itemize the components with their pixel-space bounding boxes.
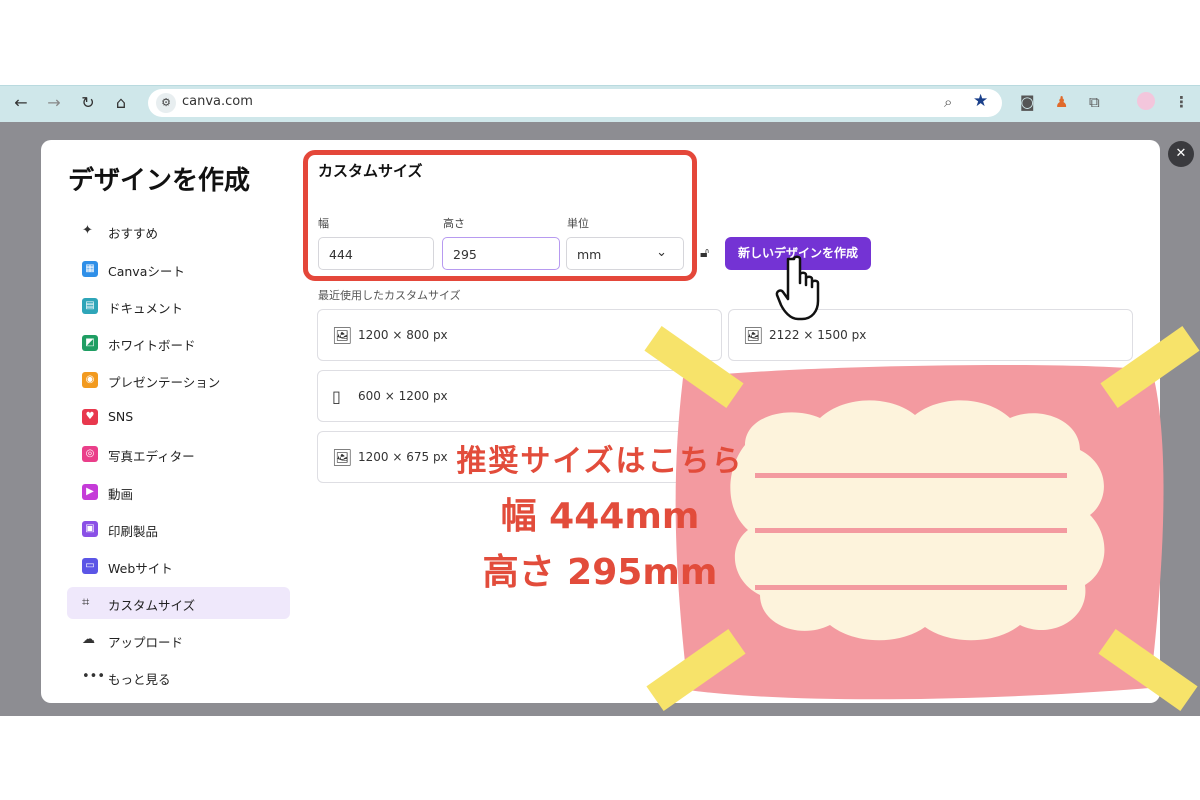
heart-icon: ♥ <box>82 409 98 425</box>
menu-icon[interactable]: ⋮ <box>1174 93 1189 111</box>
sidebar-item-label: カスタムサイズ <box>108 598 196 613</box>
sidebar-item[interactable]: ◉ プレゼンテーション <box>67 364 290 396</box>
recent-size-item[interactable]: 🖼︎ 1200 × 800 px <box>317 309 722 361</box>
note-height: 高さ 295mm <box>482 552 718 593</box>
back-icon[interactable]: ← <box>10 92 32 114</box>
recent-size-item[interactable]: ▯ 600 × 1200 px <box>317 370 722 422</box>
image-icon: 🖼︎ <box>743 326 764 345</box>
zoom-icon[interactable]: ⌕ <box>944 93 952 111</box>
sidebar-item-label: ホワイトボード <box>108 338 196 353</box>
puzzle-icon[interactable]: ⧉ <box>1089 93 1100 111</box>
recent-size-label: 600 × 1200 px <box>358 389 448 403</box>
note-heading: 推奨サイズはこちら <box>456 444 744 479</box>
crop-icon: ⌗ <box>82 595 90 610</box>
doc-icon: ▤ <box>82 298 98 314</box>
site-settings-icon[interactable]: ⚙ <box>156 93 176 113</box>
sidebar-item[interactable]: ◩ ホワイトボード <box>67 327 290 359</box>
sidebar-item-label: アップロード <box>108 635 184 650</box>
upload-cloud-icon: ☁ <box>82 632 95 647</box>
note-width: 幅 444mm <box>500 496 700 537</box>
sidebar-item-label: SNS <box>108 409 134 424</box>
sidebar-item[interactable]: ✦ おすすめ <box>67 215 290 247</box>
forward-icon[interactable]: → <box>43 92 65 114</box>
more-dots-icon: ••• <box>82 669 106 684</box>
extension-icon[interactable]: ♟ <box>1055 93 1068 111</box>
sidebar-item-label: プレゼンテーション <box>108 375 221 390</box>
portrait-image-icon: ▯ <box>332 387 341 406</box>
profile-icon[interactable] <box>1137 92 1155 110</box>
close-icon[interactable]: ✕ <box>1168 141 1194 167</box>
address-url[interactable]: canva.com <box>182 94 253 109</box>
highlight-box <box>303 150 697 281</box>
presentation-icon: ◉ <box>82 372 98 388</box>
star-icon[interactable]: ★ <box>973 91 988 111</box>
sidebar-item[interactable]: ▤ ドキュメント <box>67 290 290 322</box>
sidebar-item-label: Canvaシート <box>108 264 185 279</box>
sidebar-item[interactable]: ♥ SNS <box>67 401 290 433</box>
camera-icon[interactable]: ◙ <box>1020 93 1035 111</box>
sidebar-item[interactable]: ▦ Canvaシート <box>67 253 290 285</box>
modal-title: デザインを作成 <box>68 166 251 196</box>
image-icon: 🖼︎ <box>332 326 353 345</box>
pointer-hand-icon <box>775 255 820 321</box>
recent-sizes-label: 最近使用したカスタムサイズ <box>318 289 461 302</box>
reload-icon[interactable]: ↻ <box>77 92 99 114</box>
sidebar-item[interactable]: ••• もっと見る <box>67 661 290 693</box>
sheet-icon: ▦ <box>82 261 98 277</box>
bottom-margin <box>0 716 1200 800</box>
sparkle-icon: ✦ <box>82 223 93 238</box>
home-icon[interactable]: ⌂ <box>110 92 132 114</box>
sidebar-item-label: ドキュメント <box>108 301 184 316</box>
whiteboard-icon: ◩ <box>82 335 98 351</box>
sidebar-item-label: もっと見る <box>108 672 171 687</box>
sidebar-item-label: おすすめ <box>108 226 159 241</box>
recent-size-label: 1200 × 800 px <box>358 328 448 342</box>
address-bar[interactable] <box>148 89 1002 117</box>
top-margin <box>0 0 1200 85</box>
sidebar-item[interactable]: ☁ アップロード <box>67 624 290 656</box>
recent-size-label: 2122 × 1500 px <box>769 328 867 342</box>
lock-icon[interactable]: 🔓︎ <box>700 245 709 261</box>
